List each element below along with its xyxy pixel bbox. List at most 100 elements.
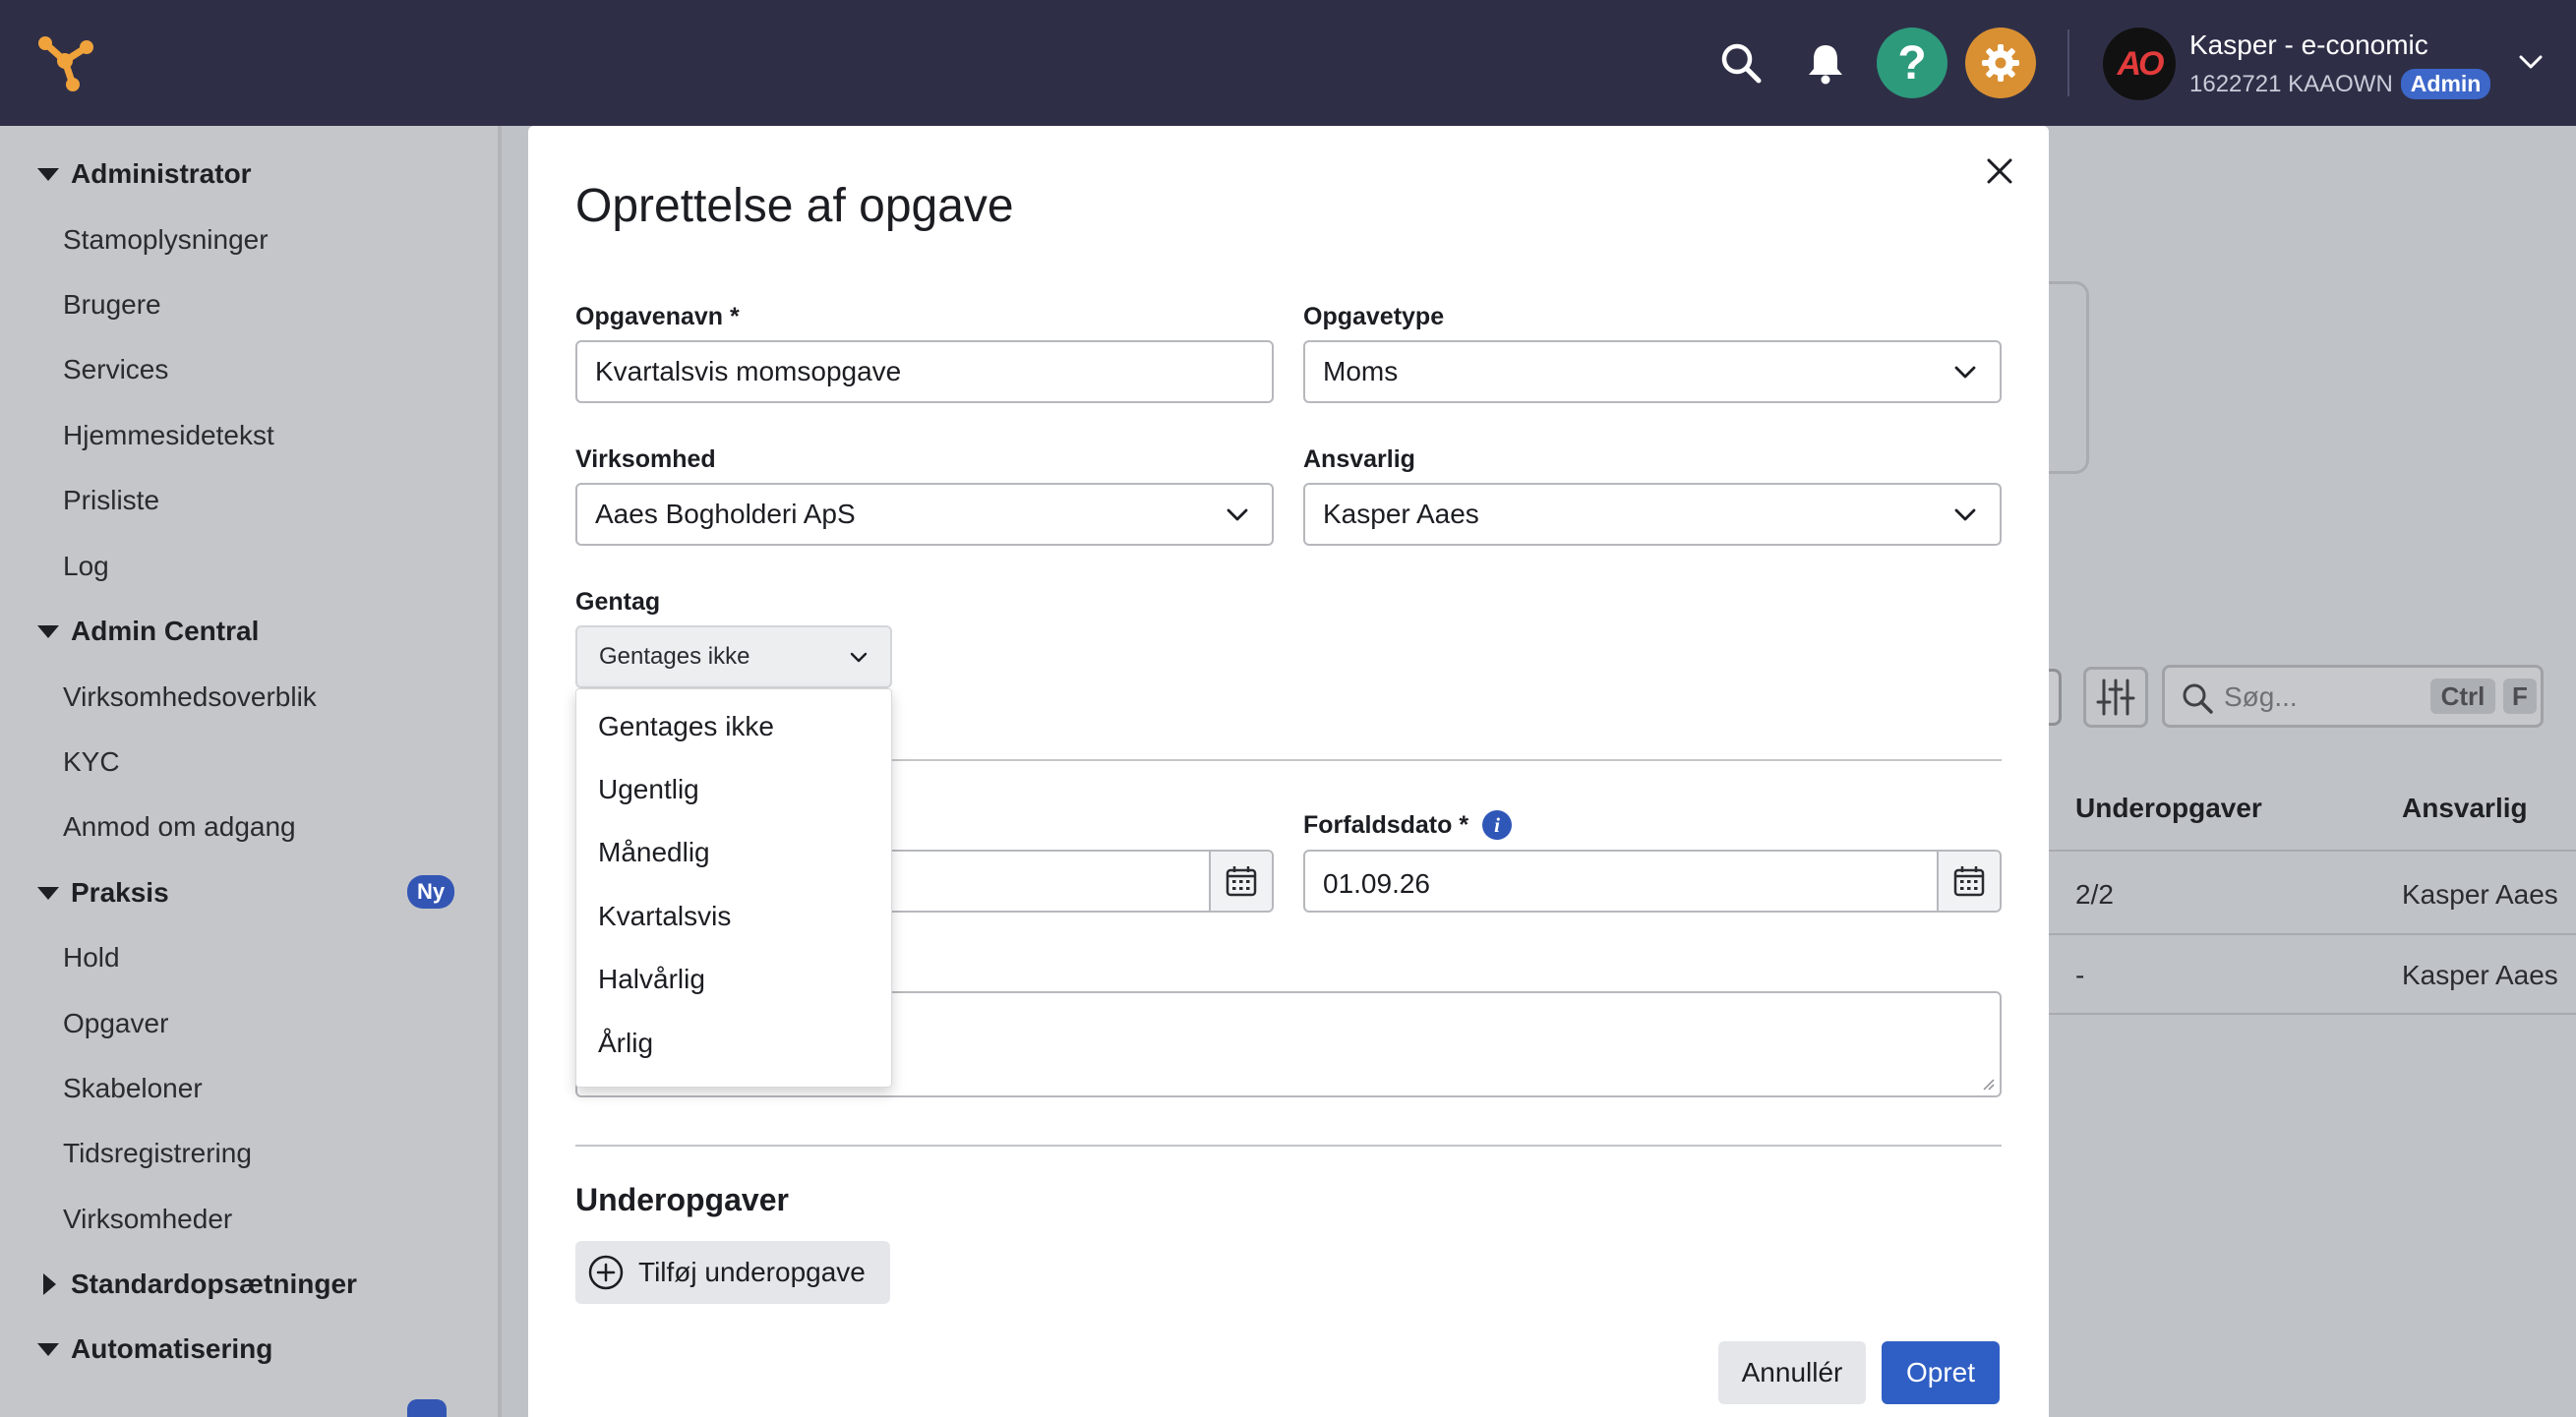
- sidebar-item-virksomheder[interactable]: Virksomheder: [63, 1204, 232, 1235]
- sidebar-section-label: Praksis: [71, 877, 169, 908]
- sidebar-item-hjemmesidetekst[interactable]: Hjemmesidetekst: [63, 420, 274, 451]
- calendar-icon[interactable]: [1209, 852, 1272, 911]
- sidebar-section-label: Standardopsætninger: [71, 1269, 357, 1299]
- plus-circle-icon: [588, 1255, 624, 1290]
- repeat-option-halvaarlig[interactable]: Halvårlig: [598, 964, 705, 995]
- user-account: 1622721 KAAOWN Admin: [2189, 69, 2491, 99]
- search-icon: [2181, 681, 2214, 720]
- caret-down-icon: [37, 886, 59, 900]
- resize-handle-icon[interactable]: [1980, 1076, 1996, 1092]
- due-date-label-text: Forfaldsdato *: [1303, 810, 1469, 839]
- caret-right-icon: [43, 1273, 56, 1295]
- task-name-input[interactable]: Kvartalsvis momsopgave: [575, 340, 1274, 403]
- new-badge: Ny: [407, 875, 455, 909]
- sidebar-section-label: Automatisering: [71, 1333, 273, 1364]
- responsible-value: Kasper Aaes: [1323, 499, 1479, 529]
- repeat-option-aarlig[interactable]: Årlig: [598, 1028, 653, 1059]
- search-icon[interactable]: [1706, 28, 1776, 98]
- calendar-icon[interactable]: [1937, 852, 2000, 911]
- sidebar-badge-partial: [407, 1399, 447, 1417]
- create-task-modal: Oprettelse af opgave Opgavenavn * Kvarta…: [528, 126, 2049, 1417]
- subtasks-title: Underopgaver: [575, 1182, 789, 1217]
- cancel-button[interactable]: Annullér: [1718, 1341, 1866, 1404]
- shortcut-key-f: F: [2503, 679, 2537, 714]
- logo-icon[interactable]: [35, 31, 98, 94]
- help-icon[interactable]: ?: [1877, 28, 1947, 98]
- responsible-label: Ansvarlig: [1303, 445, 1415, 473]
- chevron-down-icon[interactable]: [2514, 45, 2547, 79]
- column-header-ansvarlig[interactable]: Ansvarlig: [2402, 793, 2528, 824]
- sidebar-item-hold[interactable]: Hold: [63, 942, 120, 974]
- shortcut-key-ctrl: Ctrl: [2430, 679, 2495, 714]
- column-header-underopgaver[interactable]: Underopgaver: [2075, 793, 2262, 824]
- sidebar-section-automatisering[interactable]: Automatisering: [37, 1333, 272, 1365]
- sidebar-item-stamoplysninger[interactable]: Stamoplysninger: [63, 224, 269, 256]
- table-cell: 2/2: [2075, 879, 2114, 910]
- top-bar: ? AO Kasper - e-conomic 1622721 KAAOWN A…: [0, 0, 2576, 126]
- avatar[interactable]: AO: [2103, 28, 2176, 100]
- due-date-label: Forfaldsdato * i: [1303, 810, 1513, 840]
- sidebar-item-brugere[interactable]: Brugere: [63, 289, 161, 321]
- bell-icon[interactable]: [1790, 28, 1861, 98]
- company-select[interactable]: Aaes Bogholderi ApS: [575, 483, 1274, 546]
- task-name-value: Kvartalsvis momsopgave: [595, 356, 902, 386]
- sidebar-item-log[interactable]: Log: [63, 551, 109, 582]
- chevron-down-icon: [1227, 508, 1248, 521]
- sidebar-section-admin-central[interactable]: Admin Central: [37, 616, 259, 647]
- add-subtask-button[interactable]: Tilføj underopgave: [575, 1241, 890, 1304]
- sidebar-item-opgaver[interactable]: Opgaver: [63, 1008, 168, 1039]
- sidebar-item-kyc[interactable]: KYC: [63, 746, 120, 778]
- task-type-label: Opgavetype: [1303, 303, 1445, 330]
- section-divider: [892, 759, 2002, 761]
- repeat-dropdown-menu: Gentages ikke Ugentlig Månedlig Kvartals…: [575, 688, 892, 1088]
- table-divider: [2046, 933, 2576, 935]
- user-name[interactable]: Kasper - e-conomic: [2189, 30, 2428, 61]
- chevron-down-icon: [1954, 508, 1976, 521]
- repeat-value: Gentages ikke: [599, 643, 750, 670]
- info-icon[interactable]: i: [1482, 810, 1513, 840]
- sidebar-section-praksis[interactable]: Praksis: [37, 877, 169, 909]
- caret-down-icon: [37, 167, 59, 181]
- repeat-option-maanedlig[interactable]: Månedlig: [598, 837, 710, 868]
- sidebar-section-standardopsaetninger[interactable]: Standardopsætninger: [37, 1269, 357, 1300]
- sidebar-section-administrator[interactable]: Administrator: [37, 158, 252, 190]
- responsible-select[interactable]: Kasper Aaes: [1303, 483, 2002, 546]
- table-cell: Kasper Aaes: [2402, 960, 2558, 990]
- add-subtask-label: Tilføj underopgave: [638, 1257, 866, 1287]
- task-type-value: Moms: [1323, 356, 1399, 386]
- task-type-select[interactable]: Moms: [1303, 340, 2002, 403]
- table-divider: [2046, 1013, 2576, 1015]
- chevron-down-icon: [850, 652, 868, 663]
- background-search-box[interactable]: Søg... Ctrl F: [2162, 665, 2544, 728]
- sidebar-item-tidsregistrering[interactable]: Tidsregistrering: [63, 1138, 252, 1169]
- due-date-value: 01.09.26: [1323, 868, 1430, 899]
- company-value: Aaes Bogholderi ApS: [595, 499, 856, 529]
- repeat-option-ugentlig[interactable]: Ugentlig: [598, 774, 699, 805]
- caret-down-icon: [37, 1342, 59, 1356]
- repeat-option-gentages-ikke[interactable]: Gentages ikke: [598, 711, 774, 742]
- sidebar: Administrator Stamoplysninger Brugere Se…: [0, 126, 502, 1417]
- admin-badge: Admin: [2400, 69, 2491, 99]
- sidebar-item-prisliste[interactable]: Prisliste: [63, 485, 159, 516]
- modal-title: Oprettelse af opgave: [575, 180, 1014, 232]
- section-divider: [575, 1145, 2002, 1147]
- sidebar-section-label: Admin Central: [71, 616, 260, 646]
- company-label: Virksomhed: [575, 445, 716, 473]
- table-cell: -: [2075, 960, 2085, 990]
- create-button[interactable]: Opret: [1882, 1341, 2000, 1404]
- table-divider: [2046, 850, 2576, 852]
- due-date-input[interactable]: 01.09.26: [1303, 850, 2002, 913]
- user-account-id: 1622721 KAAOWN: [2189, 70, 2393, 97]
- chevron-down-icon: [1954, 366, 1976, 379]
- gear-icon[interactable]: [1965, 28, 2036, 98]
- sidebar-item-anmod-om-adgang[interactable]: Anmod om adgang: [63, 811, 296, 843]
- repeat-select[interactable]: Gentages ikke: [575, 625, 892, 688]
- filter-settings-icon[interactable]: [2083, 667, 2148, 728]
- repeat-option-kvartalsvis[interactable]: Kvartalsvis: [598, 901, 731, 932]
- sidebar-item-services[interactable]: Services: [63, 354, 168, 385]
- sidebar-section-label: Administrator: [71, 158, 252, 189]
- sidebar-item-skabeloner[interactable]: Skabeloner: [63, 1073, 203, 1104]
- sidebar-item-virksomhedsoverblik[interactable]: Virksomhedsoverblik: [63, 681, 317, 713]
- close-icon[interactable]: [1978, 149, 2021, 193]
- search-placeholder: Søg...: [2224, 681, 2298, 712]
